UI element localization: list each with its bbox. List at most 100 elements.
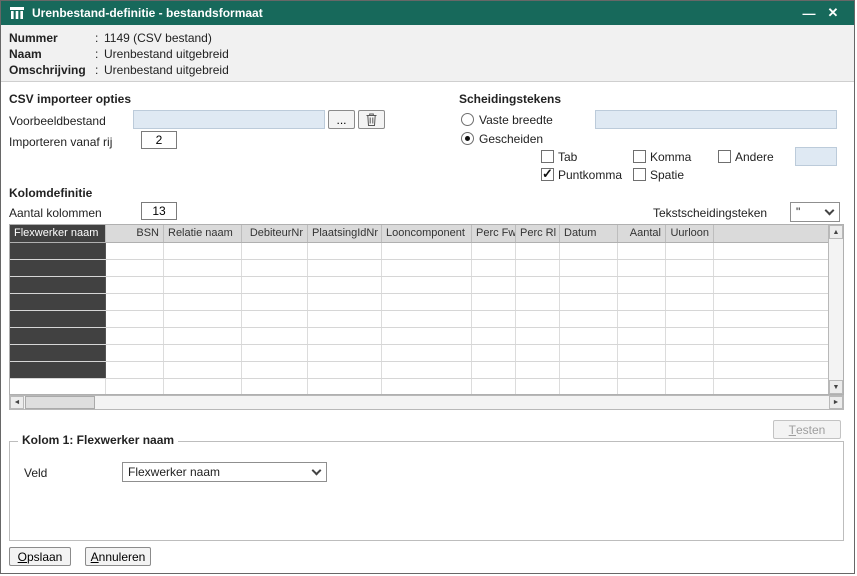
column-header[interactable]: Perc Rl [516,225,560,242]
table-cell[interactable] [472,277,516,293]
table-row[interactable] [10,362,828,379]
table-cell[interactable] [560,243,618,259]
column-header[interactable]: Looncomponent [382,225,472,242]
table-cell[interactable] [472,311,516,327]
voorbeeldbestand-input[interactable] [133,110,325,129]
table-row[interactable] [10,277,828,294]
table-cell[interactable] [106,311,164,327]
horizontal-scroll-thumb[interactable] [25,396,95,409]
vaste-breedte-radio[interactable] [461,113,474,126]
table-cell[interactable] [308,345,382,361]
column-header[interactable]: Datum [560,225,618,242]
veld-select[interactable]: Flexwerker naam [122,462,327,482]
table-cell[interactable] [666,362,714,378]
table-cell[interactable] [382,277,472,293]
table-cell[interactable] [560,277,618,293]
importeren-vanaf-rij-input[interactable] [141,131,177,149]
table-cell[interactable] [516,311,560,327]
table-cell[interactable] [308,277,382,293]
table-cell[interactable] [618,243,666,259]
spatie-checkbox[interactable] [633,168,646,181]
tab-checkbox[interactable] [541,150,554,163]
table-cell[interactable] [242,379,308,394]
table-cell[interactable] [666,277,714,293]
table-row[interactable] [10,345,828,362]
table-cell[interactable] [10,362,106,378]
table-cell[interactable] [666,379,714,394]
table-cell[interactable] [10,277,106,293]
komma-checkbox[interactable] [633,150,646,163]
gescheiden-label[interactable]: Gescheiden [479,132,543,146]
table-cell[interactable] [10,328,106,344]
table-cell[interactable] [516,345,560,361]
table-cell[interactable] [164,345,242,361]
puntkomma-label[interactable]: Puntkomma [558,168,622,182]
table-cell[interactable] [10,311,106,327]
aantal-kolommen-input[interactable] [141,202,177,220]
table-cell[interactable] [242,311,308,327]
table-row[interactable] [10,311,828,328]
table-row[interactable] [10,243,828,260]
column-header[interactable]: BSN [106,225,164,242]
andere-input[interactable] [795,147,837,166]
table-cell[interactable] [106,362,164,378]
andere-checkbox[interactable] [718,150,731,163]
table-cell[interactable] [666,311,714,327]
table-cell[interactable] [242,345,308,361]
table-cell[interactable] [472,294,516,310]
table-cell[interactable] [164,294,242,310]
scroll-up-icon[interactable]: ▲ [829,225,843,239]
table-cell[interactable] [516,277,560,293]
column-header[interactable]: Flexwerker naam [10,225,106,242]
table-cell[interactable] [618,379,666,394]
table-cell[interactable] [666,243,714,259]
table-cell[interactable] [516,362,560,378]
column-header[interactable]: Relatie naam [164,225,242,242]
scroll-right-icon[interactable]: ► [829,396,843,409]
table-cell[interactable] [242,294,308,310]
table-cell[interactable] [516,328,560,344]
table-cell[interactable] [106,379,164,394]
table-cell[interactable] [560,311,618,327]
table-cell[interactable] [106,277,164,293]
table-cell[interactable] [618,294,666,310]
table-cell[interactable] [560,345,618,361]
table-cell[interactable] [382,294,472,310]
table-cell[interactable] [618,311,666,327]
testen-button[interactable]: Testen [773,420,841,439]
table-cell[interactable] [164,277,242,293]
table-cell[interactable] [10,379,106,394]
table-cell[interactable] [560,294,618,310]
table-cell[interactable] [666,294,714,310]
table-cell[interactable] [516,379,560,394]
table-cell[interactable] [164,260,242,276]
table-cell[interactable] [10,243,106,259]
table-cell[interactable] [106,345,164,361]
puntkomma-checkbox[interactable] [541,166,554,182]
table-cell[interactable] [10,260,106,276]
browse-button[interactable]: ... [328,110,355,129]
column-header[interactable]: DebiteurNr [242,225,308,242]
andere-label[interactable]: Andere [735,150,774,164]
table-cell[interactable] [106,294,164,310]
table-cell[interactable] [106,260,164,276]
tab-label[interactable]: Tab [558,150,577,164]
table-cell[interactable] [472,260,516,276]
opslaan-button[interactable]: Opslaan [9,547,71,566]
table-cell[interactable] [242,277,308,293]
table-cell[interactable] [560,379,618,394]
table-cell[interactable] [10,345,106,361]
table-row[interactable] [10,379,828,394]
table-cell[interactable] [164,379,242,394]
table-cell[interactable] [382,311,472,327]
scroll-left-icon[interactable]: ◄ [10,396,24,409]
close-button[interactable]: ✕ [821,3,845,23]
table-row[interactable] [10,260,828,277]
vaste-breedte-label[interactable]: Vaste breedte [479,113,553,127]
horizontal-scrollbar[interactable]: ◄ ► [9,395,844,410]
table-cell[interactable] [382,260,472,276]
table-cell[interactable] [308,362,382,378]
table-cell[interactable] [516,260,560,276]
table-cell[interactable] [308,379,382,394]
table-cell[interactable] [472,362,516,378]
